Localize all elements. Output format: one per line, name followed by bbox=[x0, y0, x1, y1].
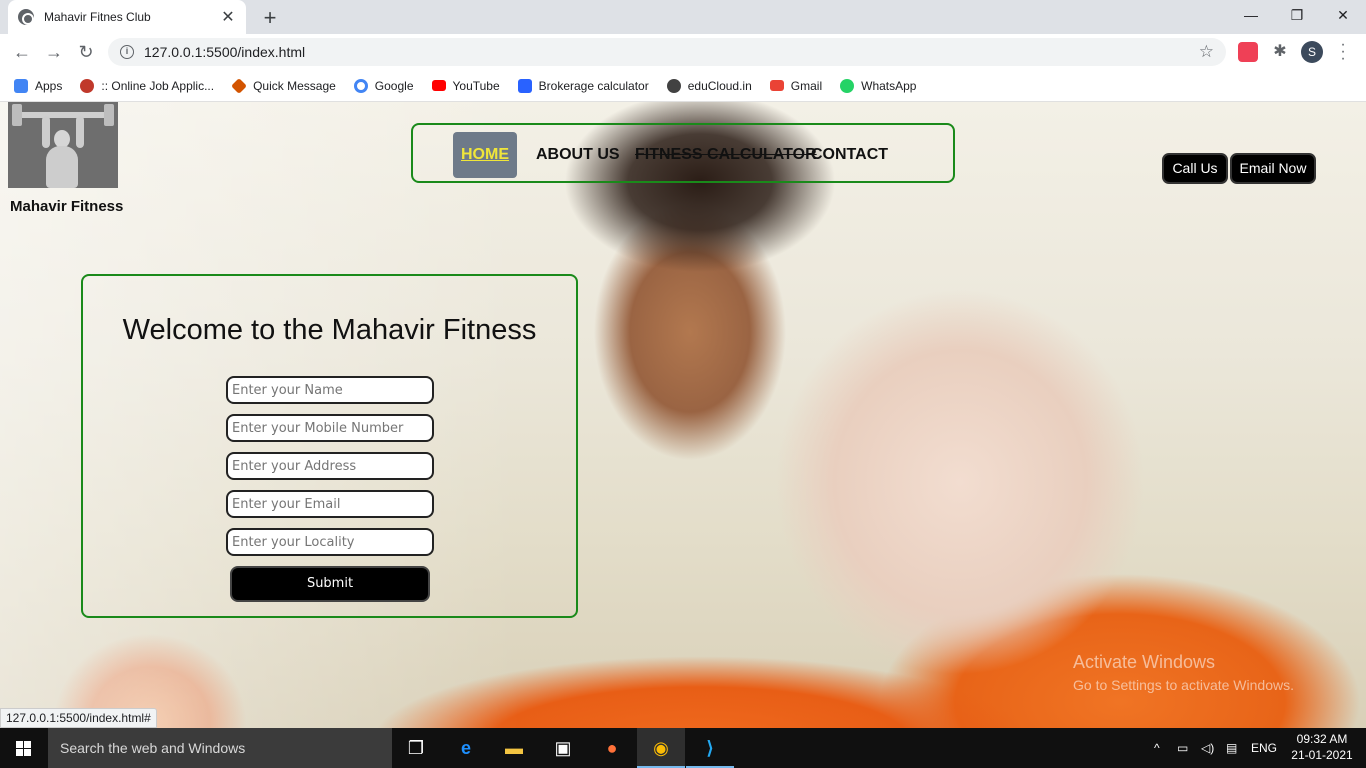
store-icon[interactable]: ▣ bbox=[551, 736, 575, 760]
watermark-subtitle: Go to Settings to activate Windows. bbox=[1073, 677, 1294, 693]
bookmark-label: Gmail bbox=[790, 78, 823, 93]
nav-contact[interactable]: CONTACT bbox=[811, 132, 888, 178]
bookmark-label: Google bbox=[374, 78, 414, 93]
file-explorer-icon[interactable]: ▬ bbox=[502, 736, 526, 760]
address-bar[interactable]: i 127.0.0.1:5500/index.html ☆ bbox=[108, 38, 1226, 66]
profile-avatar[interactable]: S bbox=[1301, 41, 1323, 63]
gmail-icon bbox=[769, 80, 784, 91]
firefox-icon[interactable]: ● bbox=[600, 736, 624, 760]
activate-windows-watermark: Activate Windows Go to Settings to activ… bbox=[1073, 652, 1294, 693]
youtube-icon bbox=[431, 80, 446, 91]
globe-icon bbox=[18, 9, 34, 25]
taskbar-search[interactable]: Search the web and Windows bbox=[48, 728, 392, 768]
browser-toolbar: ← → ↻ i 127.0.0.1:5500/index.html ☆ ✱ S … bbox=[0, 34, 1366, 70]
page-viewport: Mahavir Fitness HOME ABOUT US FITNESS CA… bbox=[0, 102, 1366, 728]
volume-icon[interactable]: ◁) bbox=[1201, 728, 1214, 768]
bookmarks-bar: Apps :: Online Job Applic... Quick Messa… bbox=[0, 70, 1366, 102]
close-window-button[interactable]: ✕ bbox=[1320, 0, 1366, 30]
bookmark-youtube[interactable]: YouTube bbox=[431, 78, 500, 93]
language-indicator[interactable]: ENG bbox=[1251, 728, 1277, 768]
bookmark-educloud[interactable]: eduCloud.in bbox=[666, 78, 752, 93]
pocket-extension-icon[interactable] bbox=[1238, 42, 1258, 62]
windows-logo-icon bbox=[16, 741, 31, 756]
bookmark-label: :: Online Job Applic... bbox=[101, 78, 215, 93]
kebab-menu-icon[interactable]: · · · bbox=[1338, 37, 1348, 67]
nav-about-us[interactable]: ABOUT US bbox=[536, 132, 620, 178]
chrome-icon: ◉ bbox=[653, 738, 669, 758]
vscode-taskbar-item[interactable]: ⟩ bbox=[686, 728, 734, 768]
logo-plate-right bbox=[104, 104, 114, 126]
globe-icon bbox=[666, 78, 681, 93]
url-text: 127.0.0.1:5500/index.html bbox=[144, 44, 306, 60]
clock-date: 21-01-2021 bbox=[1291, 748, 1353, 762]
brand-name: Mahavir Fitness bbox=[10, 198, 124, 215]
network-icon[interactable]: ▭ bbox=[1177, 728, 1188, 768]
bookmark-label: Quick Message bbox=[253, 78, 336, 93]
tab-title: Mahavir Fitnes Club bbox=[44, 10, 151, 24]
watermark-title: Activate Windows bbox=[1073, 652, 1216, 672]
address-input[interactable] bbox=[226, 452, 434, 480]
task-view-icon[interactable]: ❐ bbox=[404, 736, 428, 760]
submit-button[interactable]: Submit bbox=[230, 566, 430, 602]
forward-arrow-icon[interactable]: → bbox=[42, 40, 66, 64]
extensions-puzzle-icon[interactable]: ✱ bbox=[1270, 42, 1290, 62]
bookmark-label: Apps bbox=[35, 78, 63, 93]
logo-plate-left bbox=[12, 104, 22, 126]
taskbar-clock[interactable]: 09:32 AM 21-01-2021 bbox=[1290, 731, 1354, 763]
email-now-button[interactable]: Email Now bbox=[1230, 153, 1316, 184]
tab-close-icon[interactable]: ✕ bbox=[220, 7, 236, 27]
brokerage-calculator-icon bbox=[517, 78, 532, 93]
bookmark-quick-message[interactable]: Quick Message bbox=[231, 77, 336, 94]
bookmark-apps[interactable]: Apps bbox=[14, 78, 63, 93]
new-tab-button[interactable]: + bbox=[258, 5, 282, 31]
logo-arm-left bbox=[42, 116, 50, 148]
google-icon bbox=[353, 78, 368, 93]
windows-taskbar: Search the web and Windows ❐ e ▬ ▣ ● ◉ ⟩… bbox=[0, 728, 1366, 768]
bookmark-label: Brokerage calculator bbox=[538, 78, 649, 93]
nav-fitness-calculator[interactable]: FITNESS CALCULATOR bbox=[635, 132, 817, 178]
bookmark-brokerage-calculator[interactable]: Brokerage calculator bbox=[517, 78, 649, 93]
vscode-icon: ⟩ bbox=[706, 738, 714, 758]
name-input[interactable] bbox=[226, 376, 434, 404]
edge-icon[interactable]: e bbox=[454, 736, 478, 760]
whatsapp-icon bbox=[840, 78, 855, 93]
logo-arm-right bbox=[76, 116, 84, 148]
chrome-taskbar-item[interactable]: ◉ bbox=[637, 728, 685, 768]
job-site-icon bbox=[80, 78, 95, 93]
bookmark-whatsapp[interactable]: WhatsApp bbox=[840, 78, 917, 93]
bookmark-google[interactable]: Google bbox=[353, 78, 414, 93]
logo-body bbox=[46, 146, 78, 188]
bookmark-gmail[interactable]: Gmail bbox=[769, 78, 823, 93]
gym-logo[interactable] bbox=[8, 102, 118, 188]
show-hidden-icons[interactable]: ^ bbox=[1154, 728, 1160, 768]
back-arrow-icon[interactable]: ← bbox=[10, 40, 34, 64]
bookmark-label: YouTube bbox=[452, 78, 500, 93]
bookmark-online-job[interactable]: :: Online Job Applic... bbox=[80, 78, 215, 93]
apps-grid-icon bbox=[14, 78, 28, 93]
bookmark-label: WhatsApp bbox=[861, 78, 917, 93]
bookmark-star-icon[interactable]: ☆ bbox=[1199, 42, 1214, 62]
signup-form: Welcome to the Mahavir Fitness Submit bbox=[81, 274, 578, 618]
clock-time: 09:32 AM bbox=[1296, 732, 1348, 746]
restore-button[interactable]: ❐ bbox=[1274, 0, 1320, 30]
bookmark-label: eduCloud.in bbox=[687, 78, 752, 93]
main-nav: HOME ABOUT US FITNESS CALCULATOR CONTACT bbox=[411, 123, 955, 183]
info-icon[interactable]: i bbox=[120, 45, 134, 59]
nav-home[interactable]: HOME bbox=[453, 132, 517, 178]
mobile-input[interactable] bbox=[226, 414, 434, 442]
action-center-icon[interactable]: ▤ bbox=[1226, 728, 1237, 768]
locality-input[interactable] bbox=[226, 528, 434, 556]
call-us-button[interactable]: Call Us bbox=[1162, 153, 1228, 184]
quick-message-icon bbox=[231, 77, 248, 94]
form-heading: Welcome to the Mahavir Fitness bbox=[122, 314, 537, 346]
email-input[interactable] bbox=[226, 490, 434, 518]
start-button[interactable] bbox=[0, 728, 48, 768]
logo-barbell bbox=[16, 112, 110, 118]
minimize-button[interactable]: — bbox=[1228, 0, 1274, 30]
browser-tab[interactable]: Mahavir Fitnes Club ✕ bbox=[8, 0, 246, 34]
status-bar-link: 127.0.0.1:5500/index.html# bbox=[0, 708, 157, 728]
browser-tab-strip: Mahavir Fitnes Club ✕ + — ❐ ✕ bbox=[0, 0, 1366, 34]
reload-icon[interactable]: ↻ bbox=[74, 40, 98, 64]
